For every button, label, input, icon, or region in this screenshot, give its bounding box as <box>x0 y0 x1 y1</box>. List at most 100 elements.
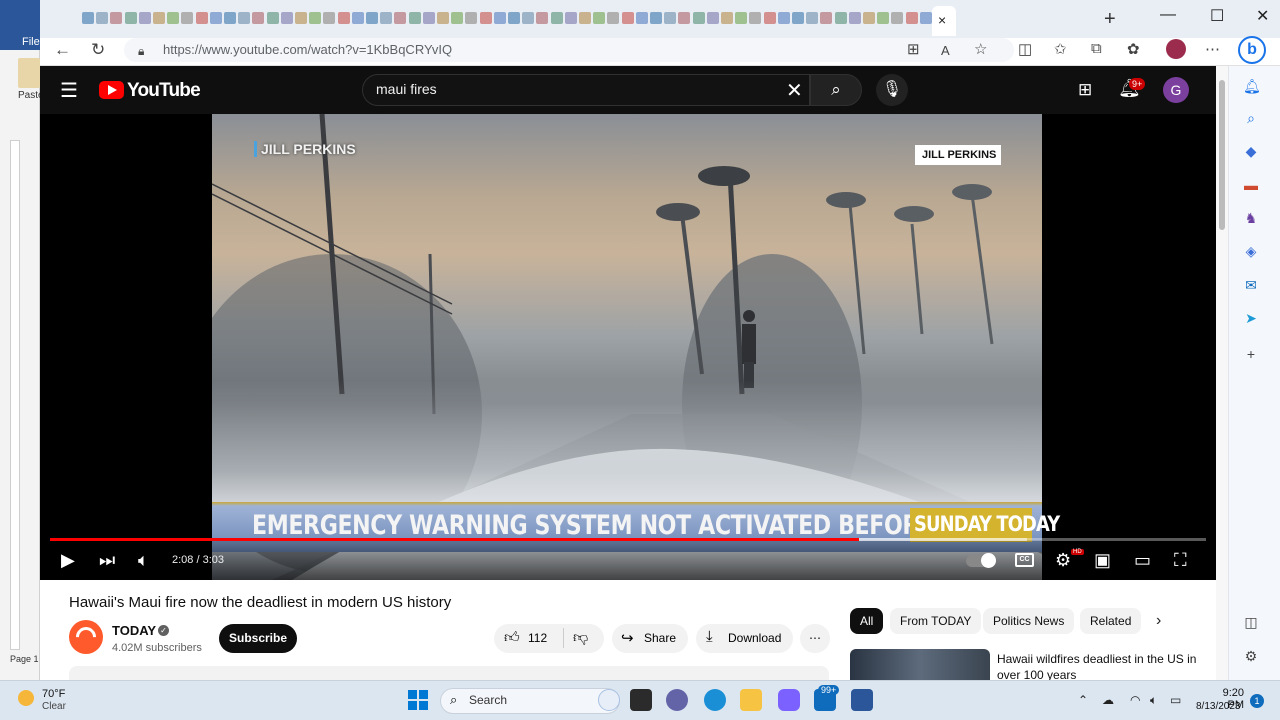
recommended-thumbnail[interactable] <box>850 649 990 680</box>
bing-copilot-icon[interactable]: b <box>1238 36 1266 64</box>
tab-favicon[interactable] <box>763 12 776 24</box>
subscribe-button[interactable]: Subscribe <box>219 624 297 653</box>
tab-favicon[interactable] <box>153 12 165 24</box>
tab-favicon[interactable] <box>664 12 677 24</box>
recommended-title[interactable]: Hawaii wildfires deadliest in the US in … <box>997 651 1197 680</box>
scrollbar-thumb[interactable] <box>1219 80 1225 230</box>
url-text[interactable]: https://www.youtube.com/watch?v=1KbBqCRY… <box>163 42 452 57</box>
read-aloud-icon[interactable]: A <box>941 43 950 58</box>
favorites-icon[interactable]: ✩ <box>1054 40 1067 58</box>
tab-favicon[interactable] <box>721 12 733 24</box>
tab-favicon[interactable] <box>280 12 293 24</box>
tab-favicon[interactable] <box>579 12 591 24</box>
tab-favicon[interactable] <box>238 12 251 24</box>
weather-moon-icon[interactable] <box>18 690 34 706</box>
tab-favicon[interactable] <box>621 12 634 24</box>
tab-favicon[interactable] <box>777 12 790 24</box>
extensions-icon[interactable]: ✿ <box>1127 40 1140 58</box>
tab-favicon[interactable] <box>181 12 194 24</box>
speaker-icon[interactable]: 🔈︎ <box>1150 693 1157 708</box>
weather-temperature[interactable]: 70°F <box>42 688 65 700</box>
close-window-button[interactable]: ✕ <box>1256 6 1269 26</box>
autoplay-toggle-knob[interactable] <box>981 553 996 568</box>
browser-profile-avatar[interactable] <box>1166 39 1186 59</box>
dislike-icon[interactable]: 👎︎ <box>573 629 588 647</box>
tab-favicon[interactable] <box>479 12 492 24</box>
tab-favicon[interactable] <box>834 12 847 24</box>
word-taskbar-icon[interactable] <box>851 689 873 711</box>
hamburger-menu-icon[interactable]: ☰ <box>60 78 78 103</box>
progress-bar-played[interactable] <box>50 538 859 541</box>
tab-favicon[interactable] <box>380 12 393 24</box>
tab-favicon[interactable] <box>96 12 109 24</box>
tab-favicon[interactable] <box>635 12 648 24</box>
tab-favicon[interactable] <box>692 12 705 24</box>
tab-favicon[interactable] <box>792 12 804 24</box>
tab-favicon[interactable] <box>394 12 407 24</box>
apps-icon[interactable]: ⊞ <box>907 40 920 58</box>
tab-favicon[interactable] <box>224 12 236 24</box>
volume-icon[interactable]: 🔈︎ <box>138 550 149 571</box>
tab-favicon[interactable] <box>863 12 875 24</box>
tab-favicon[interactable] <box>295 12 307 24</box>
chip-from-today[interactable]: From TODAY <box>890 608 982 634</box>
fullscreen-icon[interactable]: ⛶ <box>1174 550 1187 571</box>
onedrive-cloud-icon[interactable]: ☁ <box>1102 693 1114 707</box>
lock-icon[interactable]: 🔒︎ <box>138 44 144 59</box>
notification-center-badge[interactable]: 1 <box>1250 694 1264 708</box>
tab-favicon[interactable] <box>351 12 364 24</box>
tab-favicon[interactable] <box>564 12 577 24</box>
next-video-icon[interactable]: ⏭︎ <box>99 550 115 571</box>
collections-icon[interactable]: ⧉ <box>1091 40 1102 57</box>
taskbar-search-box[interactable] <box>440 688 620 714</box>
chevron-right-icon[interactable]: › <box>1156 612 1161 630</box>
chip-politics-news[interactable]: Politics News <box>983 608 1075 634</box>
like-count[interactable]: 112 <box>528 631 547 645</box>
tab-favicon[interactable] <box>749 12 762 24</box>
clock-date[interactable]: 8/13/2023 <box>1196 701 1241 712</box>
word-file-menu[interactable]: File <box>22 36 40 48</box>
maximize-button[interactable]: ☐ <box>1210 6 1224 26</box>
weather-condition[interactable]: Clear <box>42 701 66 712</box>
tab-favicon[interactable] <box>138 12 151 24</box>
more-actions-icon[interactable]: ⋯ <box>800 624 830 653</box>
tab-favicon[interactable] <box>678 12 691 24</box>
tab-favicon[interactable] <box>905 12 918 24</box>
outlook-icon[interactable]: ✉ <box>1243 277 1259 293</box>
tab-favicon[interactable] <box>110 12 123 24</box>
games-icon[interactable]: ♞ <box>1243 210 1259 226</box>
add-sidebar-icon[interactable]: + <box>1243 346 1259 362</box>
tab-favicon[interactable] <box>209 12 222 24</box>
tab-favicon[interactable] <box>735 12 748 24</box>
microphone-icon[interactable]: 🎙︎ <box>876 74 908 106</box>
channel-name[interactable]: TODAY <box>112 623 156 638</box>
share-icon[interactable]: ↪ <box>621 629 634 647</box>
settings-gear-icon[interactable]: ⚙ <box>1055 550 1071 571</box>
play-icon[interactable]: ▶ <box>61 550 75 571</box>
tab-favicon[interactable] <box>522 12 535 24</box>
tab-favicon[interactable] <box>337 12 350 24</box>
teams-chat-icon[interactable] <box>666 689 688 711</box>
tab-favicon[interactable] <box>820 12 833 24</box>
tab-favicon[interactable] <box>266 12 279 24</box>
tab-favicon[interactable] <box>593 12 606 24</box>
chip-related[interactable]: Related <box>1080 608 1142 634</box>
tab-favicon[interactable] <box>252 12 265 24</box>
microsoft365-icon[interactable]: ◈ <box>1243 243 1259 259</box>
tab-favicon[interactable] <box>82 12 94 24</box>
show-hidden-icons-chevron[interactable]: ⌃ <box>1078 693 1088 707</box>
tab-favicon[interactable] <box>877 12 890 24</box>
wifi-icon[interactable]: ◠ <box>1130 693 1140 707</box>
tab-favicon[interactable] <box>408 12 421 24</box>
download-icon[interactable]: ⤓ <box>706 628 713 645</box>
tab-favicon[interactable] <box>124 12 137 24</box>
tab-favicon[interactable] <box>366 12 378 24</box>
copilot-taskbar-icon[interactable] <box>778 689 800 711</box>
minimize-button[interactable]: — <box>1160 6 1176 24</box>
taskbar-search-label[interactable]: Search <box>469 693 507 707</box>
more-menu-icon[interactable]: ⋯ <box>1205 40 1220 58</box>
tab-favicon[interactable] <box>650 12 662 24</box>
favorite-star-icon[interactable]: ☆ <box>974 40 987 58</box>
tools-icon[interactable]: ▬ <box>1243 177 1259 193</box>
miniplayer-icon[interactable]: ▣ <box>1094 550 1111 571</box>
